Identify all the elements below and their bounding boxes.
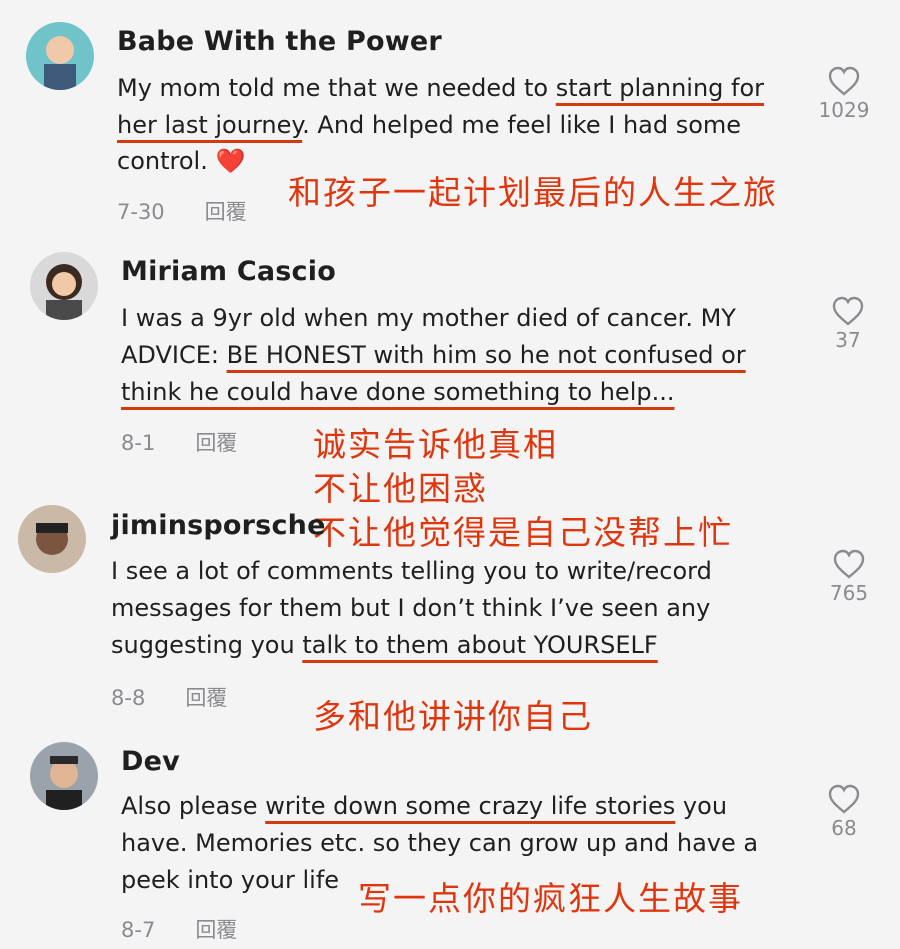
comment-line: My mom told me that we needed to start p… (117, 73, 764, 103)
like-button[interactable]: 765 (819, 549, 879, 605)
avatar[interactable] (18, 505, 86, 573)
comment-meta: 8-7 回覆 (121, 914, 237, 944)
comment-date: 7-30 (117, 200, 165, 224)
text-run: you (675, 792, 728, 820)
reply-button[interactable]: 回覆 (185, 686, 227, 710)
avatar[interactable] (30, 742, 98, 810)
highlighted-text: BE HONEST with him so he not confused or (226, 341, 746, 369)
like-button[interactable]: 68 (814, 784, 874, 840)
annotation-note: 和孩子一起计划最后的人生之旅 (288, 173, 778, 212)
highlighted-text: think he could have done something to he… (121, 378, 675, 406)
annotation-note: 诚实告诉他真相 (313, 425, 558, 464)
text-run: messages for them but I don’t think I’ve… (111, 594, 711, 622)
comment-line: peek into your life (121, 865, 339, 895)
reply-button[interactable]: 回覆 (205, 200, 247, 224)
comment-meta: 8-8 回覆 (111, 682, 227, 712)
annotation-note: 写一点你的疯狂人生故事 (358, 879, 743, 918)
text-run: I was a 9yr old when my mother died of c… (121, 304, 736, 332)
reply-button[interactable]: 回覆 (195, 431, 237, 455)
highlighted-text: her last journey (117, 111, 303, 139)
avatar[interactable] (30, 252, 98, 320)
text-run: suggesting you (111, 631, 303, 659)
comment-username[interactable]: jiminsporsche (111, 510, 326, 541)
comment-line: Also please write down some crazy life s… (121, 791, 727, 821)
comment-username[interactable]: Babe With the Power (117, 26, 442, 57)
like-count: 37 (835, 328, 861, 352)
text-run: My mom told me that we needed to (117, 74, 556, 102)
comment-line: suggesting you talk to them about YOURSE… (111, 630, 658, 660)
like-button[interactable]: 37 (818, 296, 878, 352)
annotation-note: 不让他觉得是自己没帮上忙 (313, 513, 733, 552)
like-button[interactable]: 1029 (814, 66, 874, 122)
text-run: have. Memories etc. so they can grow up … (121, 829, 759, 857)
comment-date: 8-7 (121, 918, 156, 942)
heart-outline-icon (828, 784, 860, 814)
comment-line: I was a 9yr old when my mother died of c… (121, 303, 736, 333)
comment-line: think he could have done something to he… (121, 377, 674, 407)
text-run: control. (117, 147, 216, 175)
like-count: 1029 (818, 98, 870, 122)
text-run: . And helped me feel like I had some (302, 111, 742, 139)
text-run: ADVICE: (121, 341, 227, 369)
heart-outline-icon (828, 66, 860, 96)
comment-line: I see a lot of comments telling you to w… (111, 556, 712, 586)
text-run: Also please (121, 792, 266, 820)
reply-button[interactable]: 回覆 (195, 918, 237, 942)
text-run: peek into your life (121, 866, 340, 894)
red-heart-emoji: ❤️ (215, 147, 246, 175)
comment-username[interactable]: Miriam Cascio (121, 256, 336, 287)
annotation-note: 不让他困惑 (313, 469, 488, 508)
text-run: I see a lot of comments telling you to w… (111, 557, 712, 585)
comment-meta: 8-1 回覆 (121, 427, 237, 457)
heart-outline-icon (833, 549, 865, 579)
comment-date: 8-8 (111, 686, 146, 710)
comment-line: have. Memories etc. so they can grow up … (121, 828, 758, 858)
like-count: 765 (829, 581, 869, 605)
avatar[interactable] (26, 22, 94, 90)
annotation-note: 多和他讲讲你自己 (313, 697, 593, 736)
comment-line: messages for them but I don’t think I’ve… (111, 593, 710, 623)
comment-line: control. ❤️ (117, 146, 245, 176)
comment-line: ADVICE: BE HONEST with him so he not con… (121, 340, 746, 370)
comment-username[interactable]: Dev (121, 746, 180, 777)
comment-meta: 7-30 回覆 (117, 196, 247, 226)
comment-date: 8-1 (121, 431, 156, 455)
highlighted-text: start planning for (555, 74, 765, 102)
comment-line: her last journey. And helped me feel lik… (117, 110, 741, 140)
highlighted-text: write down some crazy life stories (265, 792, 676, 820)
heart-outline-icon (832, 296, 864, 326)
like-count: 68 (831, 816, 857, 840)
highlighted-text: talk to them about YOURSELF (302, 631, 658, 659)
